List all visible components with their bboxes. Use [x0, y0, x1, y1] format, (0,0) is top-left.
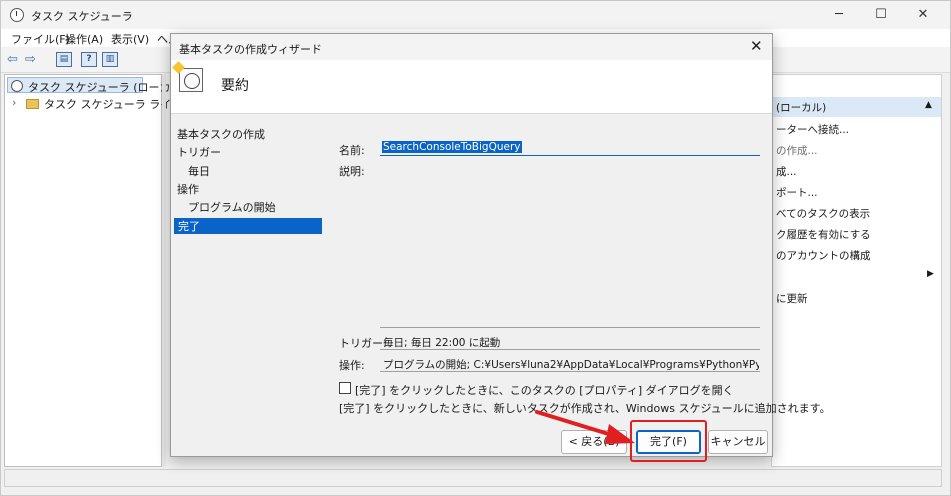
action-refresh[interactable]: に更新 — [776, 291, 808, 306]
action-import[interactable]: ポート... — [776, 185, 818, 200]
task-clock-icon — [179, 68, 203, 92]
trigger-underline — [380, 349, 760, 350]
forward-arrow-icon[interactable]: ⇨ — [25, 51, 36, 68]
step-create-basic-task: 基本タスクの作成 — [177, 128, 265, 141]
open-properties-checkbox[interactable] — [339, 382, 351, 394]
action-connect[interactable]: ーターへ接続... — [776, 122, 849, 137]
minimize-button[interactable]: ─ — [821, 5, 857, 25]
title-bar: タスク スケジューラ ─ ☐ ✕ — [1, 1, 950, 29]
action-label: 操作: — [339, 359, 365, 372]
create-basic-task-wizard: 基本タスクの作成ウィザード ✕ 要約 基本タスクの作成 トリガー 毎日 操作 プ… — [170, 33, 831, 462]
description-label: 説明: — [339, 165, 365, 178]
open-properties-label[interactable]: [完了] をクリックしたときに、このタスクの [プロパティ] ダイアログを開く — [355, 382, 734, 398]
description-field[interactable] — [380, 158, 760, 328]
name-field[interactable]: SearchConsoleToBigQuery — [380, 140, 760, 156]
actions-section-header[interactable]: (ローカル) ▲ — [772, 97, 941, 117]
step-finish: 完了 — [174, 218, 322, 234]
dialog-title-bar: 基本タスクの作成ウィザード ✕ — [171, 34, 772, 60]
name-value: SearchConsoleToBigQuery — [382, 141, 522, 153]
step-daily: 毎日 — [188, 165, 210, 178]
action-create[interactable]: 成... — [776, 164, 797, 179]
action-show-all[interactable]: べてのタスクの表示 — [776, 206, 870, 221]
clock-icon — [11, 80, 23, 92]
maximize-button[interactable]: ☐ — [863, 5, 899, 25]
actions-header-label: (ローカル) — [776, 102, 827, 114]
highlight-box — [630, 420, 707, 462]
action-enable-history[interactable]: ク履歴を有効にする — [776, 227, 871, 242]
menu-action[interactable]: 操作(A) — [65, 31, 103, 47]
window-title: タスク スケジューラ — [31, 10, 133, 23]
step-trigger: トリガー — [177, 146, 221, 159]
tree-item-local[interactable]: タスク スケジューラ (ローカル) — [7, 77, 186, 94]
status-bar — [4, 469, 942, 487]
close-button[interactable]: ✕ — [905, 5, 941, 25]
clock-icon — [10, 8, 24, 22]
cancel-button[interactable]: キャンセル — [708, 430, 768, 454]
expand-chevron-icon[interactable]: › — [12, 96, 16, 109]
tree-item-library[interactable]: › タスク スケジューラ ライブラリ — [7, 95, 204, 111]
trigger-value: 毎日; 毎日 22:00 に起動 — [383, 337, 501, 349]
dialog-header: 要約 — [171, 60, 772, 114]
menu-file[interactable]: ファイル(F) — [11, 31, 70, 47]
console-tree: タスク スケジューラ (ローカル) › タスク スケジューラ ライブラリ — [4, 74, 204, 467]
dialog-close-icon[interactable]: ✕ — [750, 37, 763, 55]
pane-splitter[interactable] — [162, 74, 166, 467]
action-account-config[interactable]: のアカウントの構成 — [776, 248, 871, 263]
name-label: 名前: — [339, 144, 365, 157]
help-icon[interactable]: ? — [81, 52, 97, 67]
collapse-triangle-icon[interactable]: ▲ — [925, 100, 932, 110]
page-title: 要約 — [221, 78, 249, 94]
dialog-title: 基本タスクの作成ウィザード — [179, 43, 322, 56]
step-action: 操作 — [177, 183, 199, 196]
action-underline — [380, 371, 760, 372]
folder-icon — [26, 99, 39, 109]
action-pane-icon[interactable]: ▥ — [102, 52, 118, 67]
submenu-arrow-icon[interactable]: ▶ — [927, 269, 934, 279]
annotation-arrow-icon — [535, 410, 635, 444]
back-arrow-icon[interactable]: ⇦ — [7, 51, 18, 68]
action-value: プログラムの開始; C:¥Users¥luna2¥AppData¥Local¥P… — [383, 359, 759, 371]
step-start-program: プログラムの開始 — [188, 201, 276, 214]
menu-view[interactable]: 表示(V) — [111, 31, 149, 47]
action-create-basic[interactable]: の作成... — [776, 143, 818, 158]
console-tree-icon[interactable]: ▤ — [56, 52, 72, 67]
